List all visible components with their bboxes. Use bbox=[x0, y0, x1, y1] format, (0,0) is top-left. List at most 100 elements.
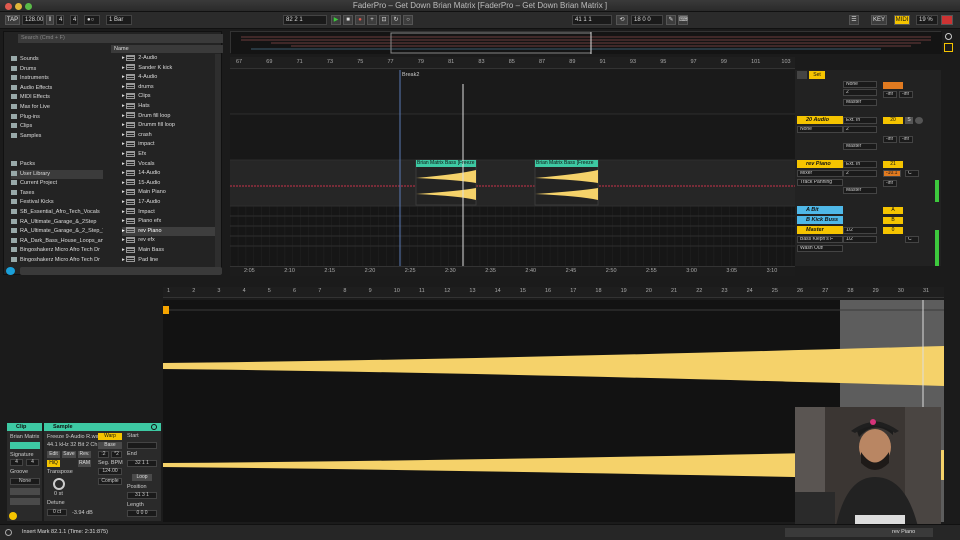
io-toggle-icon[interactable] bbox=[797, 71, 807, 79]
browser-file-item[interactable]: ▸ Main Bass bbox=[122, 246, 218, 256]
sample-toggle-icon[interactable] bbox=[151, 424, 157, 430]
browser-category-item[interactable]: Drums bbox=[11, 65, 103, 74]
clip-beat-ruler[interactable]: 1 2 3 4 5 6 7 8 9 10 11 12 13 14 15 16 17 18 19 20 21 22 23 24 2… bbox=[163, 287, 944, 298]
browser-scrollbar[interactable] bbox=[215, 54, 221, 269]
loop-start-field[interactable]: 41 1 1 bbox=[572, 15, 612, 25]
solo-button[interactable]: S bbox=[905, 117, 913, 124]
time-ruler[interactable]: 2:05 2:10 2:15 2:20 2:25 2:30 2:35 2:40 2:45 2:50… bbox=[230, 266, 795, 276]
launch-button[interactable] bbox=[10, 498, 40, 505]
loop-length-field[interactable]: 18 0 0 bbox=[631, 15, 663, 25]
quantize-select[interactable]: 1 Bar bbox=[106, 15, 132, 25]
start-field[interactable] bbox=[127, 442, 157, 449]
arrangement-overview[interactable] bbox=[230, 31, 942, 54]
play-icon[interactable]: ▶ bbox=[331, 15, 341, 25]
output-select[interactable]: Master bbox=[843, 99, 877, 106]
browser-place-item[interactable]: RA_Dark_Bass_House_Loops_an bbox=[11, 237, 103, 246]
save-button[interactable]: Save bbox=[62, 451, 76, 458]
browser-file-item[interactable]: ▸ Vocals bbox=[122, 160, 218, 170]
track-number[interactable]: 20 bbox=[883, 117, 903, 124]
transpose-value[interactable]: 0 st bbox=[54, 491, 63, 497]
browser-category-item[interactable]: Samples bbox=[11, 132, 103, 141]
browser-place-item[interactable]: Packs bbox=[11, 160, 103, 169]
clip-name[interactable]: Brian Matrix bbox=[10, 434, 39, 440]
track-name[interactable]: rev Piano bbox=[797, 160, 839, 168]
browser-place-item[interactable]: RA_Ultimate_Garage_&_2Step bbox=[11, 218, 103, 227]
browser-file-item[interactable]: ▸ 4-Audio bbox=[122, 73, 218, 83]
nudge-down-button[interactable]: ‖ bbox=[46, 15, 54, 25]
follow-circle-icon[interactable] bbox=[945, 33, 952, 40]
loop-button[interactable]: Loop bbox=[132, 474, 152, 481]
transpose-knob-icon[interactable] bbox=[53, 478, 65, 490]
name-column-header[interactable]: Name bbox=[111, 45, 223, 53]
master-device-label[interactable]: Wash Out! bbox=[797, 245, 843, 252]
preview-toggle-icon[interactable] bbox=[6, 267, 15, 275]
detune-field[interactable]: 0 ct bbox=[47, 509, 67, 516]
browser-file-item[interactable]: ▸ impact bbox=[122, 140, 218, 150]
browser-file-item[interactable]: ▸ rev efx bbox=[122, 236, 218, 246]
track-name[interactable]: B Kick Buss bbox=[797, 216, 839, 224]
browser-file-item[interactable]: ▸ Impact bbox=[122, 208, 218, 218]
ram-button[interactable]: RAM bbox=[78, 460, 91, 467]
master-out-select[interactable]: 1/2 bbox=[843, 236, 877, 243]
input-channel-select[interactable]: 2 bbox=[843, 170, 877, 177]
master-device-label[interactable]: Bass Kleph's F bbox=[797, 236, 843, 243]
hiq-button[interactable]: HiQ bbox=[47, 460, 60, 467]
browser-place-item[interactable]: RA_Ultimate_Garage_&_2_Step_V bbox=[11, 227, 103, 236]
browser-file-item[interactable]: ▸ Sander K kick bbox=[122, 64, 218, 74]
browser-category-item[interactable]: Sounds bbox=[11, 55, 103, 64]
track-name[interactable]: Master bbox=[797, 226, 839, 234]
volume-readout[interactable]: -10.1 bbox=[883, 170, 901, 177]
input-type-select[interactable]: Ext. In bbox=[843, 161, 877, 168]
browser-category-item[interactable]: Instruments bbox=[11, 74, 103, 83]
info-view-icon[interactable] bbox=[5, 529, 12, 536]
clip-header[interactable]: Clip bbox=[7, 423, 42, 431]
end-field[interactable]: 32 1 1 bbox=[127, 460, 157, 467]
loop-switch-icon[interactable]: ⟲ bbox=[616, 15, 628, 25]
input-sub-select[interactable]: Mixer bbox=[797, 170, 843, 177]
re-enable-automation-icon[interactable]: ↻ bbox=[391, 15, 401, 25]
tap-tempo-button[interactable]: TAP bbox=[5, 15, 20, 25]
length-field[interactable]: 0 0 0 bbox=[127, 510, 157, 517]
locator-label[interactable]: Break2 bbox=[402, 72, 419, 78]
browser-file-item[interactable]: ▸ drums bbox=[122, 83, 218, 93]
stop-icon[interactable]: ■ bbox=[343, 15, 353, 25]
input-type-select[interactable]: None bbox=[843, 81, 877, 88]
browser-place-item[interactable]: Bingoshakerz Micro Afro Tech Dr bbox=[11, 256, 103, 265]
clip-title[interactable]: Brian Matrix Bass [Freeze bbox=[417, 160, 475, 166]
computer-midi-keyboard-icon[interactable]: ⌨ bbox=[678, 15, 688, 25]
clip-sig-num[interactable]: 4 bbox=[10, 459, 23, 466]
track-number[interactable]: 0 bbox=[883, 227, 903, 234]
browser-file-item[interactable]: ▸ Piano efx bbox=[122, 217, 218, 227]
clip-color-swatch[interactable] bbox=[10, 442, 40, 449]
preview-strip[interactable] bbox=[20, 267, 222, 275]
key-map-button[interactable]: KEY bbox=[871, 15, 887, 25]
warp-button[interactable]: Warp bbox=[98, 433, 122, 440]
half-tempo-button[interactable]: :2 bbox=[98, 451, 109, 458]
volume-readout[interactable]: -inf bbox=[883, 91, 897, 98]
browser-category-item[interactable]: Clips bbox=[11, 122, 103, 131]
clip-sig-den[interactable]: 4 bbox=[26, 459, 39, 466]
browser-file-item[interactable]: ▸ 2-Audio bbox=[122, 54, 218, 64]
browser-file-item[interactable]: ▸ Main Piano bbox=[122, 188, 218, 198]
tempo-field[interactable]: 128.00 bbox=[22, 15, 44, 25]
track-number[interactable]: B bbox=[883, 217, 903, 224]
browser-category-item[interactable]: Max for Live bbox=[11, 103, 103, 112]
signature-denominator[interactable]: 4 bbox=[70, 15, 78, 25]
browser-file-item[interactable]: ▸ Pad line bbox=[122, 256, 218, 266]
reverse-button[interactable]: Rev. bbox=[78, 451, 91, 458]
arrangement-position-field[interactable]: 82 2 1 bbox=[283, 15, 327, 25]
browser-file-item[interactable]: ▸ Drumm fill loop bbox=[122, 121, 218, 131]
edit-button[interactable]: Edit bbox=[47, 451, 60, 458]
pan-readout[interactable]: C bbox=[905, 170, 919, 177]
arm-button[interactable] bbox=[915, 117, 923, 124]
sample-header[interactable]: Sample bbox=[44, 423, 161, 431]
output-select[interactable]: Master bbox=[843, 187, 877, 194]
beat-time-ruler[interactable]: 67 69 71 73 75 77 79 81 83 85 87 89 91 93 95 97 99 101 103 bbox=[230, 57, 795, 69]
base-button[interactable]: Base bbox=[98, 442, 122, 449]
browser-place-item[interactable]: Current Project bbox=[11, 179, 103, 188]
volume-readout[interactable]: -inf bbox=[883, 136, 897, 143]
browser-file-item[interactable]: ▸ Clips bbox=[122, 92, 218, 102]
pan-readout[interactable]: C bbox=[905, 236, 919, 243]
browser-place-item[interactable]: SB_Essential_Afro_Tech_Vocals bbox=[11, 208, 103, 217]
seg-bpm-field[interactable]: 124.00 bbox=[98, 468, 122, 475]
